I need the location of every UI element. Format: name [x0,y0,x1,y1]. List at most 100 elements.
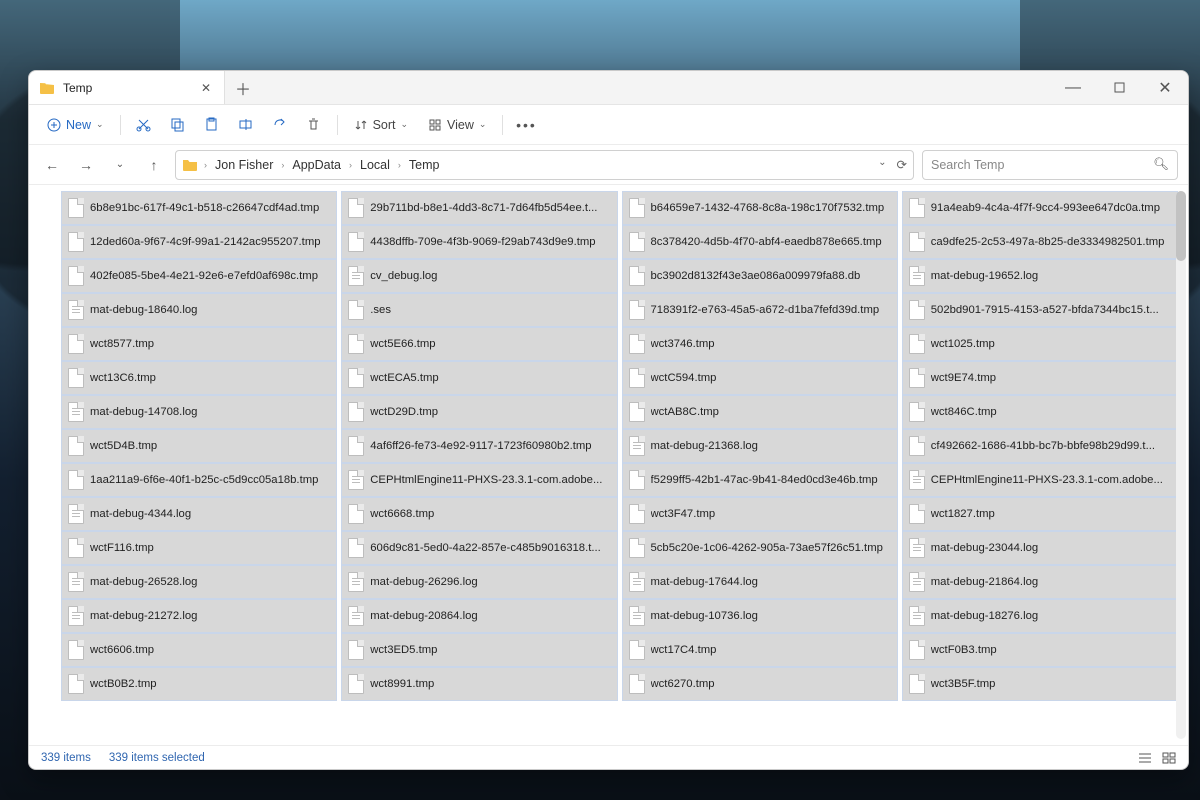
file-item[interactable]: wct3746.tmp [622,327,898,361]
scrollbar-thumb[interactable] [1176,191,1186,261]
paste-button[interactable] [197,110,227,140]
file-item[interactable]: wctF0B3.tmp [902,633,1178,667]
breadcrumb-segment[interactable]: Jon Fisher [213,158,275,172]
file-item[interactable]: 29b711bd-b8e1-4dd3-8c71-7d64fb5d54ee.t..… [341,191,617,225]
file-item[interactable]: wctF116.tmp [61,531,337,565]
text-file-icon [348,266,364,286]
refresh-icon[interactable]: ⟳ [897,157,907,172]
file-item[interactable]: 502bd901-7915-4153-a527-bfda7344bc15.t..… [902,293,1178,327]
file-item[interactable]: wct8577.tmp [61,327,337,361]
chevron-down-icon[interactable]: ⌄ [878,157,886,172]
details-view-icon[interactable] [1138,752,1152,764]
file-item[interactable]: wct846C.tmp [902,395,1178,429]
file-item[interactable]: 8c378420-4d5b-4f70-abf4-eaedb878e665.tmp [622,225,898,259]
file-item[interactable]: bc3902d8132f43e3ae086a009979fa88.db [622,259,898,293]
file-item[interactable]: 6b8e91bc-617f-49c1-b518-c26647cdf4ad.tmp [61,191,337,225]
share-button[interactable] [265,110,295,140]
delete-button[interactable] [299,110,329,140]
chevron-right-icon[interactable]: › [202,160,209,170]
minimize-button[interactable]: ― [1050,71,1096,104]
recent-button[interactable]: ⌄ [107,152,133,178]
file-item[interactable]: b64659e7-1432-4768-8c8a-198c170f7532.tmp [622,191,898,225]
file-icon [68,368,84,388]
file-item[interactable]: mat-debug-21864.log [902,565,1178,599]
file-item[interactable]: wct17C4.tmp [622,633,898,667]
file-item[interactable]: mat-debug-10736.log [622,599,898,633]
file-item[interactable]: mat-debug-20864.log [341,599,617,633]
maximize-button[interactable] [1096,71,1142,104]
copy-icon [170,117,185,132]
file-item[interactable]: wctECA5.tmp [341,361,617,395]
new-tab-button[interactable]: ＋ [225,71,261,104]
file-item[interactable]: wct6606.tmp [61,633,337,667]
file-item[interactable]: wct3F47.tmp [622,497,898,531]
file-item[interactable]: 718391f2-e763-45a5-a672-d1ba7fefd39d.tmp [622,293,898,327]
file-item[interactable]: wct1827.tmp [902,497,1178,531]
file-item[interactable]: wct6668.tmp [341,497,617,531]
more-button[interactable]: ••• [511,110,541,140]
file-item[interactable]: ca9dfe25-2c53-497a-8b25-de3334982501.tmp [902,225,1178,259]
address-bar[interactable]: › Jon Fisher › AppData › Local › Temp ⌄ … [175,150,914,180]
back-button[interactable]: ← [39,152,65,178]
copy-button[interactable] [163,110,193,140]
file-item[interactable]: wctC594.tmp [622,361,898,395]
breadcrumb-segment[interactable]: AppData [290,158,343,172]
file-item[interactable]: mat-debug-19652.log [902,259,1178,293]
file-item[interactable]: mat-debug-18640.log [61,293,337,327]
close-window-button[interactable]: ✕ [1142,71,1188,104]
breadcrumb-segment[interactable]: Temp [407,158,442,172]
file-item[interactable]: 1aa211a9-6f6e-40f1-b25c-c5d9cc05a18b.tmp [61,463,337,497]
file-item[interactable]: mat-debug-4344.log [61,497,337,531]
file-item[interactable]: mat-debug-21368.log [622,429,898,463]
forward-button[interactable]: → [73,152,99,178]
file-item[interactable]: mat-debug-18276.log [902,599,1178,633]
file-item[interactable]: mat-debug-26528.log [61,565,337,599]
file-icon [629,368,645,388]
file-item[interactable]: mat-debug-14708.log [61,395,337,429]
file-item[interactable]: .ses [341,293,617,327]
file-item[interactable]: cv_debug.log [341,259,617,293]
file-item[interactable]: mat-debug-21272.log [61,599,337,633]
file-item[interactable]: CEPHtmlEngine11-PHXS-23.3.1-com.adobe... [341,463,617,497]
file-item[interactable]: wct3ED5.tmp [341,633,617,667]
file-item[interactable]: 4af6ff26-fe73-4e92-9117-1723f60980b2.tmp [341,429,617,463]
sort-button[interactable]: Sort ⌄ [346,110,416,140]
scrollbar[interactable] [1176,191,1186,739]
file-item[interactable]: f5299ff5-42b1-47ac-9b41-84ed0cd3e46b.tmp [622,463,898,497]
file-item[interactable]: 5cb5c20e-1c06-4262-905a-73ae57f26c51.tmp [622,531,898,565]
file-item[interactable]: 91a4eab9-4c4a-4f7f-9cc4-993ee647dc0a.tmp [902,191,1178,225]
file-item[interactable]: wctAB8C.tmp [622,395,898,429]
rename-button[interactable] [231,110,261,140]
tab-temp[interactable]: Temp ✕ [29,71,225,104]
file-item[interactable]: wct6270.tmp [622,667,898,701]
chevron-right-icon[interactable]: › [396,160,403,170]
file-item[interactable]: wct3B5F.tmp [902,667,1178,701]
file-item[interactable]: 4438dffb-709e-4f3b-9069-f29ab743d9e9.tmp [341,225,617,259]
file-item[interactable]: wct1025.tmp [902,327,1178,361]
file-item[interactable]: mat-debug-26296.log [341,565,617,599]
file-item[interactable]: wctD29D.tmp [341,395,617,429]
new-button[interactable]: New ⌄ [39,110,112,140]
file-item[interactable]: wct8991.tmp [341,667,617,701]
up-button[interactable]: ↑ [141,152,167,178]
file-item[interactable]: 402fe085-5be4-4e21-92e6-e7efd0af698c.tmp [61,259,337,293]
file-item[interactable]: CEPHtmlEngine11-PHXS-23.3.1-com.adobe... [902,463,1178,497]
file-item[interactable]: wct5D4B.tmp [61,429,337,463]
view-button[interactable]: View ⌄ [420,110,494,140]
file-item[interactable]: mat-debug-23044.log [902,531,1178,565]
chevron-right-icon[interactable]: › [347,160,354,170]
close-tab-icon[interactable]: ✕ [198,80,214,96]
chevron-right-icon[interactable]: › [279,160,286,170]
file-item[interactable]: cf492662-1686-41bb-bc7b-bbfe98b29d99.t..… [902,429,1178,463]
file-item[interactable]: wct9E74.tmp [902,361,1178,395]
file-item[interactable]: wct5E66.tmp [341,327,617,361]
cut-button[interactable] [129,110,159,140]
file-item[interactable]: mat-debug-17644.log [622,565,898,599]
search-box[interactable]: Search Temp 🔍︎ [922,150,1178,180]
file-item[interactable]: 12ded60a-9f67-4c9f-99a1-2142ac955207.tmp [61,225,337,259]
breadcrumb-segment[interactable]: Local [358,158,392,172]
file-item[interactable]: 606d9c81-5ed0-4a22-857e-c485b9016318.t..… [341,531,617,565]
large-icons-view-icon[interactable] [1162,752,1176,764]
file-item[interactable]: wctB0B2.tmp [61,667,337,701]
file-item[interactable]: wct13C6.tmp [61,361,337,395]
